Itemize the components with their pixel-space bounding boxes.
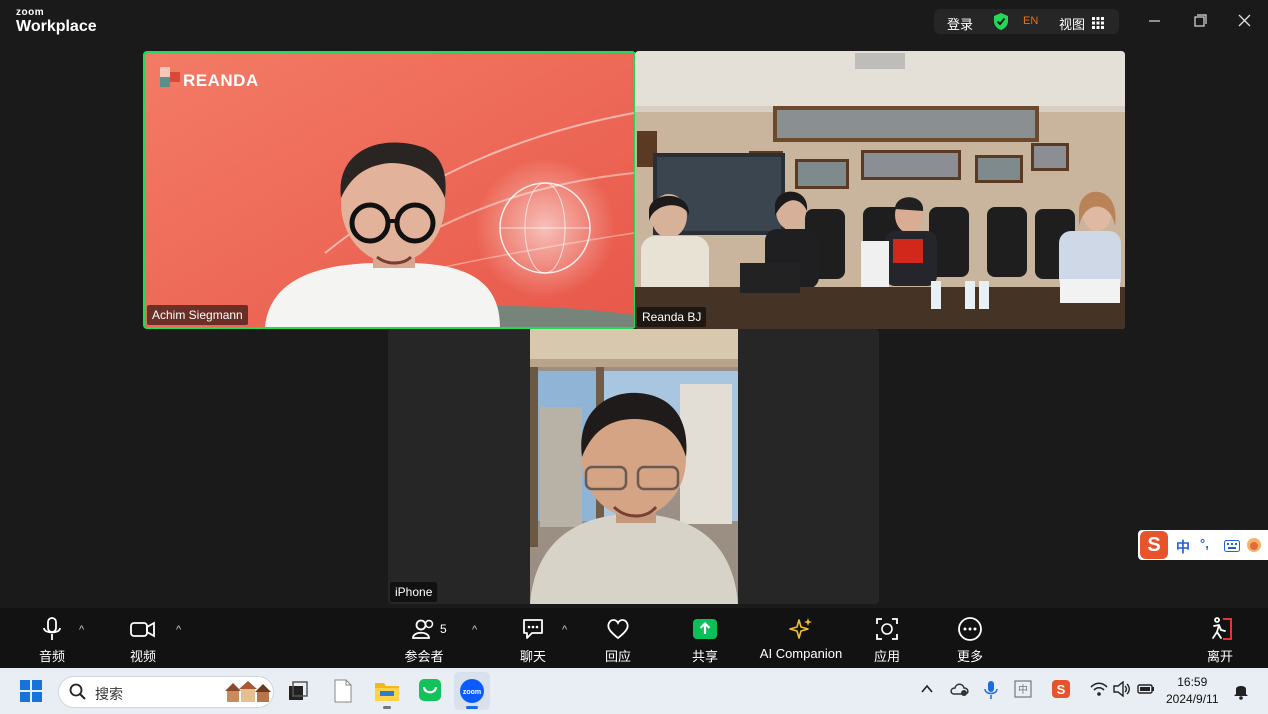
sogou-tray-icon[interactable]: S <box>1052 680 1070 703</box>
participants-label: 参会者 <box>404 649 444 664</box>
task-view-icon[interactable] <box>287 680 309 707</box>
meeting-toolbar: 音频 ^ 视频 ^ 参会者 5 ^ 聊天 ^ 回应 共享 AI Companio… <box>0 608 1268 668</box>
clock-time: 16:59 <box>1177 675 1208 689</box>
chat-label: 聊天 <box>519 649 546 664</box>
app-logo: zoom Workplace <box>16 8 97 35</box>
heart-icon <box>607 619 629 640</box>
minimize-button[interactable] <box>1143 10 1167 32</box>
reanda-logo-text: REANDA <box>183 71 259 90</box>
view-button[interactable]: 视图 <box>1059 14 1085 33</box>
apps-button[interactable]: 应用 <box>866 616 908 665</box>
title-bar: zoom Workplace 登录 EN 视图 <box>0 0 1268 44</box>
participant-name-label: Achim Siegmann <box>147 305 248 325</box>
onedrive-icon[interactable] <box>950 681 970 702</box>
search-highlight-houses-icon <box>225 681 271 702</box>
video-tile-achim[interactable]: REANDA Achim Siegmann <box>143 51 636 329</box>
running-indicator <box>383 706 391 709</box>
participant-name-label: Reanda BJ <box>637 307 707 327</box>
language-indicator[interactable]: EN <box>1023 15 1038 27</box>
video-feed-achim <box>145 53 634 327</box>
active-indicator <box>466 706 478 709</box>
skin-icon[interactable] <box>1246 537 1262 558</box>
taskbar-clock[interactable]: 16:59 2024/9/11 <box>1166 674 1219 708</box>
react-label: 回应 <box>604 649 631 664</box>
microphone-icon <box>43 617 61 640</box>
ai-companion-button[interactable]: AI Companion <box>758 616 844 661</box>
shield-icon[interactable] <box>992 12 1010 36</box>
svg-text:中: 中 <box>1018 683 1028 696</box>
ai-companion-label: AI Companion <box>759 646 843 661</box>
battery-icon[interactable] <box>1137 682 1155 701</box>
audio-label: 音频 <box>38 649 65 664</box>
more-icon <box>958 617 982 641</box>
keyboard-icon[interactable] <box>1224 539 1240 557</box>
video-feed-iphone <box>530 329 738 604</box>
restore-button[interactable] <box>1188 10 1212 32</box>
login-button[interactable]: 登录 <box>947 14 973 33</box>
video-tile-reanda-bj[interactable]: Reanda BJ <box>635 51 1125 329</box>
input-method-icon[interactable]: 中 <box>1014 680 1032 703</box>
wechat-store-icon[interactable] <box>418 678 442 707</box>
sogou-ime-icon[interactable]: S <box>1140 531 1168 559</box>
audio-button[interactable]: 音频 <box>30 616 74 665</box>
video-tile-iphone[interactable]: iPhone <box>388 329 879 604</box>
microphone-in-use-icon[interactable] <box>984 680 998 705</box>
notification-bell-icon[interactable] <box>1233 680 1249 705</box>
leave-label: 离开 <box>1206 649 1233 664</box>
sparkle-icon <box>789 618 812 639</box>
leave-icon <box>1212 617 1232 640</box>
volume-icon[interactable] <box>1113 680 1131 702</box>
camera-icon <box>130 621 155 638</box>
ime-punct-indicator[interactable]: °, <box>1200 536 1209 551</box>
ime-mode-indicator[interactable]: 中 <box>1176 537 1190 557</box>
apps-icon <box>876 618 898 640</box>
chat-options-chevron-icon[interactable]: ^ <box>562 624 567 636</box>
participants-count: 5 <box>440 622 447 636</box>
logo-zoom-text: zoom <box>16 7 45 18</box>
search-icon <box>69 683 86 700</box>
more-label: 更多 <box>956 649 983 664</box>
zoom-app-icon: zoom <box>460 679 484 703</box>
video-feed-reanda-bj <box>635 51 1125 329</box>
windows-taskbar: 搜索 zoom 中 S 16:59 2024/9/11 <box>0 668 1268 714</box>
leave-button[interactable]: 离开 <box>1198 616 1242 665</box>
taskbar-search-box[interactable]: 搜索 <box>58 676 274 708</box>
apps-label: 应用 <box>873 649 900 664</box>
video-button[interactable]: 视频 <box>121 616 165 665</box>
participant-name-label: iPhone <box>390 582 438 602</box>
more-button[interactable]: 更多 <box>948 616 992 665</box>
participants-icon <box>412 619 434 639</box>
grid-icon[interactable] <box>1092 16 1104 34</box>
share-label: 共享 <box>691 649 718 664</box>
chat-icon <box>523 619 543 639</box>
chat-button[interactable]: 聊天 <box>512 616 554 665</box>
share-screen-icon <box>693 619 717 639</box>
search-placeholder: 搜索 <box>95 686 123 702</box>
share-button[interactable]: 共享 <box>684 616 726 665</box>
react-button[interactable]: 回应 <box>596 616 640 665</box>
audio-options-chevron-icon[interactable]: ^ <box>79 624 84 636</box>
clock-date: 2024/9/11 <box>1166 692 1219 706</box>
file-icon[interactable] <box>333 679 353 708</box>
participants-options-chevron-icon[interactable]: ^ <box>472 624 477 636</box>
ime-toolbar[interactable]: S 中 °, <box>1138 530 1268 560</box>
logo-workplace-text: Workplace <box>16 18 97 35</box>
svg-text:S: S <box>1057 682 1066 697</box>
tray-overflow-chevron-icon[interactable] <box>920 682 934 701</box>
svg-text:zoom: zoom <box>463 689 481 696</box>
wifi-icon[interactable] <box>1090 681 1108 702</box>
zoom-taskbar-button[interactable]: zoom <box>454 672 490 710</box>
title-controls: 登录 EN 视图 <box>934 9 1119 34</box>
close-button[interactable] <box>1233 10 1257 32</box>
windows-start-icon[interactable] <box>20 680 42 707</box>
video-options-chevron-icon[interactable]: ^ <box>176 624 181 636</box>
video-label: 视频 <box>129 649 156 664</box>
file-explorer-icon[interactable] <box>374 679 400 709</box>
